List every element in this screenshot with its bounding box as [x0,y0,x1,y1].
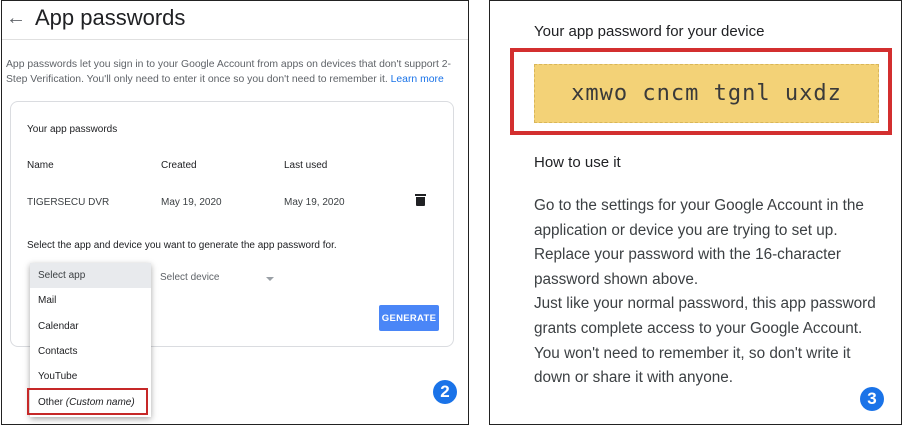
row-created: May 19, 2020 [161,197,222,208]
column-header-name: Name [27,160,54,171]
chevron-down-icon[interactable] [266,277,274,281]
generated-password: xmwo cncm tgnl uxdz [534,64,879,123]
instructions: Go to the settings for your Google Accou… [534,194,879,391]
generated-password-panel: Your app password for your device xmwo c… [489,0,902,425]
step-badge: 2 [433,380,457,404]
description: App passwords let you sign in to your Go… [6,57,464,87]
how-to-title: How to use it [534,154,621,171]
learn-more-link[interactable]: Learn more [391,74,444,85]
password-title: Your app password for your device [534,23,765,40]
highlight-box [27,388,148,415]
app-passwords-panel: ← App passwords App passwords let you si… [1,0,469,425]
back-arrow-icon[interactable]: ← [6,7,26,30]
trash-icon[interactable] [415,194,426,206]
generate-button[interactable]: GENERATE [379,305,439,331]
column-header-created: Created [161,160,197,171]
description-text: App passwords let you sign in to your Go… [6,59,451,85]
menu-item-youtube[interactable]: YouTube [30,364,151,389]
select-device-dropdown[interactable]: Select device [160,272,219,283]
card-title: Your app passwords [27,124,118,135]
menu-item-contacts[interactable]: Contacts [30,339,151,364]
instructions-paragraph-1: Go to the settings for your Google Accou… [534,197,864,288]
row-last-used: May 19, 2020 [284,197,345,208]
trash-lid [415,194,426,196]
trash-bin [416,197,425,206]
menu-item-mail[interactable]: Mail [30,288,151,313]
select-instructions: Select the app and device you want to ge… [27,240,337,251]
menu-item-calendar[interactable]: Calendar [30,314,151,339]
column-header-last-used: Last used [284,160,328,171]
page-header: ← App passwords [2,1,468,40]
page-title: App passwords [35,5,186,30]
row-name: TIGERSECU DVR [27,197,110,208]
select-app-option[interactable]: Select app [30,263,151,288]
step-badge: 3 [860,387,884,411]
instructions-paragraph-2: Just like your normal password, this app… [534,295,876,387]
